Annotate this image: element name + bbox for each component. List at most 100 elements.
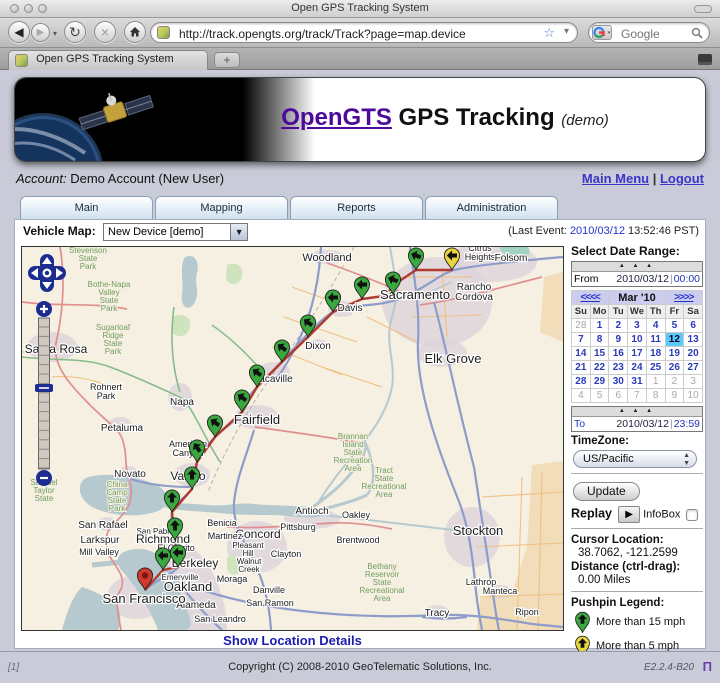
calendar-day-23[interactable]: 23 <box>608 360 629 375</box>
map-canvas[interactable]: Stevenson State Park Bothe-Napa Valley State P… <box>21 242 564 631</box>
calendar-day-outside[interactable]: 2 <box>664 374 685 389</box>
calendar-next-button[interactable]: >>>> <box>674 292 694 303</box>
from-value[interactable]: 2010/03/12|00:00 <box>616 273 700 285</box>
titlebar: Open GPS Tracking System <box>0 0 720 18</box>
city-label: Cordova <box>455 292 493 303</box>
calendar-day-22[interactable]: 22 <box>589 360 610 375</box>
calendar-day-10[interactable]: 10 <box>627 332 647 347</box>
link-separator: | <box>649 171 660 186</box>
search-icon[interactable] <box>691 26 703 44</box>
calendar-day-21[interactable]: 21 <box>571 360 591 375</box>
calendar-day-28[interactable]: 28 <box>571 374 591 389</box>
calendar-day-5[interactable]: 5 <box>664 318 685 333</box>
search-input[interactable] <box>619 26 683 42</box>
city-label: Davis <box>337 303 362 314</box>
distance-label: Distance (ctrl-drag): <box>571 561 681 573</box>
update-button[interactable]: Update <box>573 482 640 501</box>
calendar-day-header: Th <box>645 304 666 319</box>
chevron-down-icon[interactable]: ▼ <box>230 224 248 240</box>
calendar-day-26[interactable]: 26 <box>664 360 685 375</box>
calendar-day-25[interactable]: 25 <box>645 360 666 375</box>
last-event-date[interactable]: 2010/03/12 <box>570 225 625 237</box>
calendar-day-1[interactable]: 1 <box>589 318 610 333</box>
back-button[interactable]: ◀ <box>8 21 30 43</box>
tab-list-icon[interactable] <box>698 54 712 65</box>
calendar-day-27[interactable]: 27 <box>683 360 703 375</box>
calendar-day-outside[interactable]: 8 <box>645 388 666 403</box>
to-date-spinners[interactable]: ▲ ▲ ▲ <box>571 406 703 417</box>
calendar-day-outside[interactable]: 28 <box>571 318 591 333</box>
calendar-day-4[interactable]: 4 <box>645 318 666 333</box>
calendar-day-outside[interactable]: 6 <box>608 388 629 403</box>
calendar-day-29[interactable]: 29 <box>589 374 610 389</box>
city-label: Novato <box>114 469 146 480</box>
replay-label: Replay <box>571 506 612 521</box>
city-label: San Francisco <box>102 591 185 606</box>
tab-reports[interactable]: Reports <box>290 196 423 219</box>
calendar-day-20[interactable]: 20 <box>683 346 703 361</box>
tab-administration[interactable]: Administration <box>425 196 558 219</box>
calendar-day-11[interactable]: 11 <box>645 332 666 347</box>
vehicle-map-row: Vehicle Map: New Device [demo] ▼ (Last E… <box>23 223 699 243</box>
new-tab-button[interactable]: + <box>214 52 240 68</box>
calendar-day-7[interactable]: 7 <box>571 332 591 347</box>
calendar-day-14[interactable]: 14 <box>571 346 591 361</box>
infobox-label: InfoBox <box>643 508 681 521</box>
distance-value: 0.00 Miles <box>578 574 631 586</box>
url-input[interactable] <box>177 26 507 42</box>
calendar-day-outside[interactable]: 9 <box>664 388 685 403</box>
forward-button[interactable]: ▶ <box>31 23 50 42</box>
calendar-day-3[interactable]: 3 <box>627 318 647 333</box>
reload-button[interactable]: ↻ <box>64 21 86 43</box>
timezone-select[interactable]: US/Pacific ▲ ▼ <box>573 450 697 468</box>
tab-title: Open GPS Tracking System <box>36 52 174 65</box>
calendar-day-13[interactable]: 13 <box>683 332 703 347</box>
url-dropdown-icon[interactable]: ▾ <box>564 26 569 37</box>
history-dropdown-icon[interactable]: ▾ <box>53 29 57 38</box>
calendar-day-12[interactable]: 12 <box>664 332 685 347</box>
calendar-day-outside[interactable]: 5 <box>589 388 610 403</box>
show-location-details-link[interactable]: Show Location Details <box>223 633 362 648</box>
calendar-day-17[interactable]: 17 <box>627 346 647 361</box>
infobox-checkbox[interactable] <box>686 508 699 521</box>
toolbar-toggle-button[interactable] <box>694 5 712 13</box>
url-bar[interactable]: ☆ ▾ <box>150 22 578 43</box>
calendar-day-8[interactable]: 8 <box>589 332 610 347</box>
calendar-day-30[interactable]: 30 <box>608 374 629 389</box>
stop-button[interactable]: × <box>94 21 116 43</box>
last-event-prefix: (Last Event: <box>508 225 570 237</box>
main-menu-link[interactable]: Main Menu <box>582 171 649 186</box>
calendar-day-outside[interactable]: 1 <box>645 374 666 389</box>
calendar-day-outside[interactable]: 4 <box>571 388 591 403</box>
calendar-day-16[interactable]: 16 <box>608 346 629 361</box>
city-label: Manteca <box>483 586 518 596</box>
calendar-day-outside[interactable]: 10 <box>683 388 703 403</box>
logout-link[interactable]: Logout <box>660 171 704 186</box>
calendar-day-outside[interactable]: 7 <box>627 388 647 403</box>
calendar-day-2[interactable]: 2 <box>608 318 629 333</box>
device-select[interactable]: New Device [demo] ▼ <box>103 223 249 241</box>
to-value[interactable]: 2010/03/12|23:59 <box>616 418 700 430</box>
calendar-day-6[interactable]: 6 <box>683 318 703 333</box>
calendar-day-header: Fr <box>664 304 685 319</box>
tab-mapping[interactable]: Mapping <box>155 196 288 219</box>
calendar-day-9[interactable]: 9 <box>608 332 629 347</box>
bookmark-star-icon[interactable]: ☆ <box>543 25 555 41</box>
calendar-day-outside[interactable]: 3 <box>683 374 703 389</box>
calendar-day-18[interactable]: 18 <box>645 346 666 361</box>
calendar-day-19[interactable]: 19 <box>664 346 685 361</box>
tab-open-gps-tracking[interactable]: Open GPS Tracking System <box>8 50 208 70</box>
calendar-day-31[interactable]: 31 <box>627 374 647 389</box>
home-button[interactable] <box>124 21 146 43</box>
google-engine-icon[interactable] <box>592 25 612 40</box>
calendar-prev-button[interactable]: <<<< <box>581 292 601 303</box>
search-box[interactable] <box>588 22 710 43</box>
opengts-link[interactable]: OpenGTS <box>281 104 392 131</box>
calendar-day-24[interactable]: 24 <box>627 360 647 375</box>
city-label: Moraga <box>217 574 248 584</box>
calendar-day-15[interactable]: 15 <box>589 346 610 361</box>
cursor-location-value: 38.7062, -121.2599 <box>578 547 678 559</box>
tab-main[interactable]: Main <box>20 196 153 219</box>
from-date-spinners[interactable]: ▲ ▲ ▲ <box>571 261 703 272</box>
replay-play-button[interactable]: ▶ <box>618 506 641 523</box>
